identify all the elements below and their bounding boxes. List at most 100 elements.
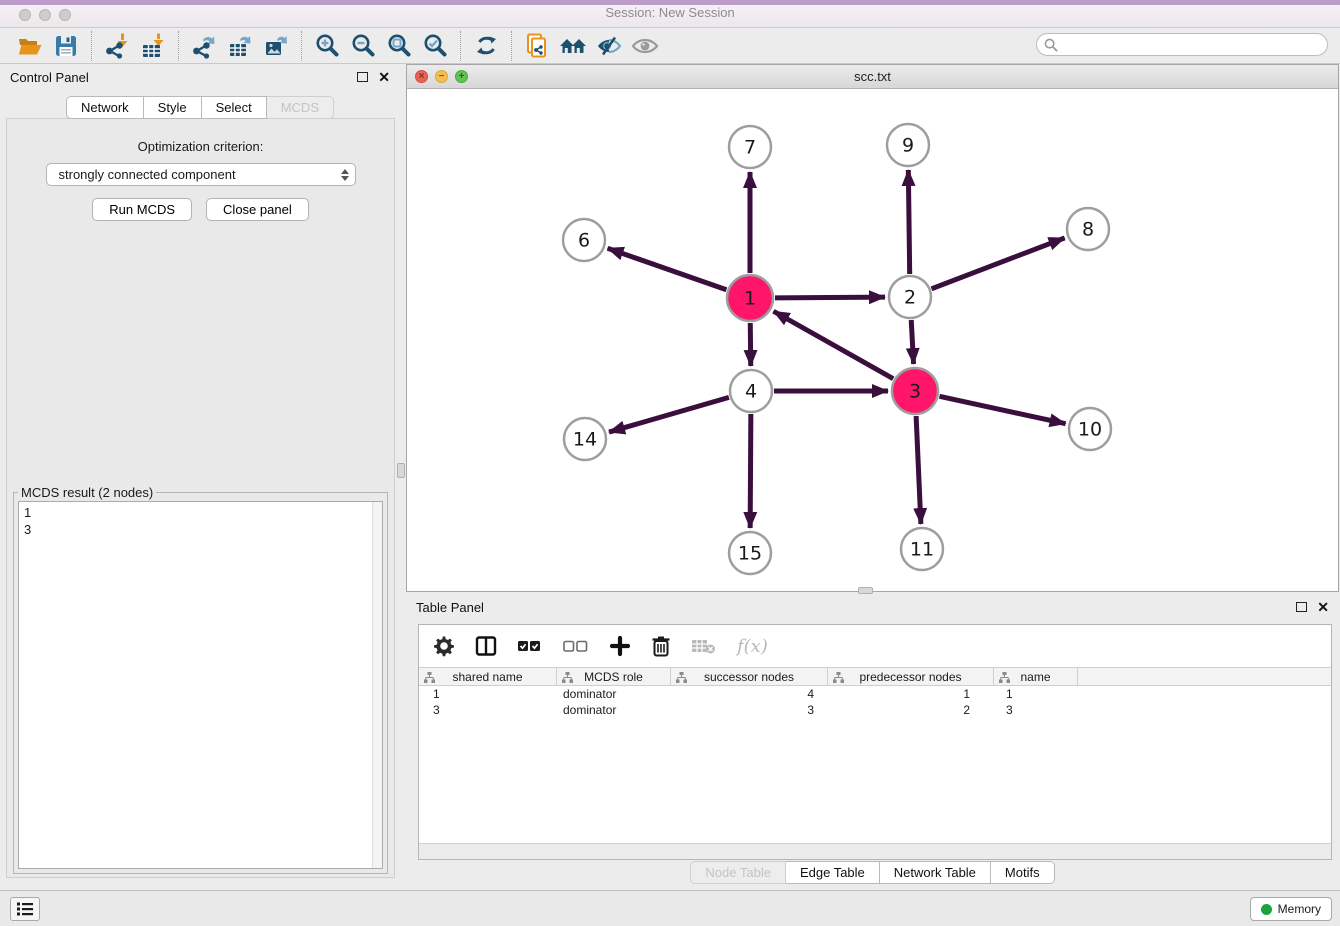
add-column-icon[interactable] (609, 633, 631, 659)
tab-network[interactable]: Network (66, 96, 144, 119)
column-header-shared-name[interactable]: shared name (419, 668, 557, 685)
edge-1-6[interactable] (608, 248, 727, 290)
table-row[interactable]: 3dominator323 (419, 702, 1331, 718)
node-label-10: 10 (1078, 419, 1102, 441)
window-close-button[interactable] (19, 9, 31, 21)
edge-3-11[interactable] (916, 416, 921, 524)
mcds-result-item[interactable]: 3 (24, 521, 377, 538)
delete-table-icon (691, 633, 717, 659)
node-label-2: 2 (904, 287, 916, 309)
copy-network-icon[interactable] (519, 30, 555, 62)
node-label-6: 6 (578, 230, 590, 252)
mcds-panel-body: Optimization criterion: strongly connect… (6, 118, 395, 878)
toolbar-separator (91, 31, 92, 61)
table-row[interactable]: 1dominator411 (419, 686, 1331, 702)
window-minimize-button[interactable] (39, 9, 51, 21)
search-field[interactable] (1036, 33, 1328, 56)
search-icon (1044, 38, 1058, 52)
column-header-MCDS-role[interactable]: MCDS role (557, 668, 671, 685)
edge-2-9[interactable] (908, 170, 909, 274)
node-table: shared nameMCDS rolesuccessor nodesprede… (419, 667, 1331, 843)
mcds-result-list[interactable]: 13 (18, 501, 383, 869)
tab-motifs[interactable]: Motifs (991, 861, 1055, 884)
tab-mcds[interactable]: MCDS (267, 96, 334, 119)
optimization-criterion-select[interactable]: strongly connected component (46, 163, 356, 186)
node-label-3: 3 (909, 381, 921, 403)
network-window-title: scc.txt (407, 65, 1338, 88)
hide-selected-eye-icon[interactable] (591, 30, 627, 62)
column-header-name[interactable]: name (994, 668, 1078, 685)
zoom-out-icon[interactable] (345, 30, 381, 62)
mcds-result-item[interactable]: 1 (24, 504, 377, 521)
network-close-button[interactable]: × (415, 70, 428, 83)
table-toolbar: f(x) (419, 625, 1331, 667)
table-scrollbar-track[interactable] (419, 843, 1331, 859)
edge-4-15[interactable] (750, 414, 751, 528)
zoom-in-icon[interactable] (309, 30, 345, 62)
node-table-header: shared nameMCDS rolesuccessor nodesprede… (419, 667, 1331, 686)
window-zoom-button[interactable] (59, 9, 71, 21)
close-panel-icon[interactable]: ✕ (378, 72, 390, 82)
node-label-15: 15 (738, 543, 762, 565)
node-label-1: 1 (744, 288, 756, 310)
edge-2-8[interactable] (931, 238, 1064, 289)
tab-network-table[interactable]: Network Table (880, 861, 991, 884)
open-file-icon[interactable] (12, 30, 48, 62)
memory-button[interactable]: Memory (1250, 897, 1332, 921)
table-panel-title: Table Panel (416, 600, 1296, 615)
run-mcds-button[interactable]: Run MCDS (92, 198, 192, 221)
mcds-result-scrollbar[interactable] (372, 502, 382, 868)
task-history-button[interactable] (10, 897, 40, 921)
float-table-panel-icon[interactable] (1296, 602, 1307, 612)
tab-edge-table[interactable]: Edge Table (786, 861, 880, 884)
zoom-selected-icon[interactable] (417, 30, 453, 62)
settings-gear-icon[interactable] (433, 633, 455, 659)
node-table-rows: 1dominator4113dominator323 (419, 686, 1331, 718)
network-window-titlebar[interactable]: × − + scc.txt (407, 65, 1338, 89)
table-panel-tabs: Node Table Edge Table Network Table Moti… (406, 861, 1339, 884)
horizontal-splitter-handle[interactable] (858, 587, 873, 594)
edge-1-2[interactable] (775, 297, 885, 298)
status-bar: Memory (0, 890, 1340, 926)
mcds-result-title: MCDS result (2 nodes) (18, 485, 156, 500)
save-session-icon[interactable] (48, 30, 84, 62)
import-table-icon[interactable] (135, 30, 171, 62)
node-label-9: 9 (902, 135, 914, 157)
toolbar-separator (301, 31, 302, 61)
network-canvas-svg[interactable]: 7968124314101511 (407, 89, 1338, 591)
deselect-all-checks-icon[interactable] (563, 633, 589, 659)
header-filler (1078, 668, 1331, 685)
export-image-icon[interactable] (258, 30, 294, 62)
close-table-panel-icon[interactable]: ✕ (1317, 602, 1329, 612)
edge-3-1[interactable] (774, 311, 894, 378)
import-network-icon[interactable] (99, 30, 135, 62)
node-label-7: 7 (744, 137, 756, 159)
zoom-fit-icon[interactable] (381, 30, 417, 62)
select-all-checks-icon[interactable] (517, 633, 543, 659)
refresh-icon[interactable] (468, 30, 504, 62)
main-toolbar (0, 28, 1340, 64)
edge-3-10[interactable] (939, 396, 1065, 423)
column-type-icon (833, 672, 844, 683)
show-all-networks-icon[interactable] (555, 30, 591, 62)
float-panel-icon[interactable] (357, 72, 368, 82)
control-panel-title: Control Panel (10, 70, 357, 85)
column-type-icon (562, 672, 573, 683)
network-maximize-button[interactable]: + (455, 70, 468, 83)
export-network-icon[interactable] (186, 30, 222, 62)
column-header-successor-nodes[interactable]: successor nodes (671, 668, 828, 685)
tab-style[interactable]: Style (144, 96, 202, 119)
search-input[interactable] (1062, 38, 1312, 52)
show-column-icon[interactable] (475, 633, 497, 659)
vertical-splitter-handle[interactable] (397, 463, 405, 478)
control-panel-tabs: Network Style Select MCDS (0, 96, 400, 119)
network-minimize-button[interactable]: − (435, 70, 448, 83)
delete-column-trash-icon[interactable] (651, 633, 671, 659)
tab-node-table[interactable]: Node Table (690, 861, 786, 884)
edge-4-14[interactable] (609, 397, 729, 432)
close-panel-button[interactable]: Close panel (206, 198, 309, 221)
tab-select[interactable]: Select (202, 96, 267, 119)
edge-2-3[interactable] (911, 320, 913, 364)
export-table-icon[interactable] (222, 30, 258, 62)
column-header-predecessor-nodes[interactable]: predecessor nodes (828, 668, 994, 685)
